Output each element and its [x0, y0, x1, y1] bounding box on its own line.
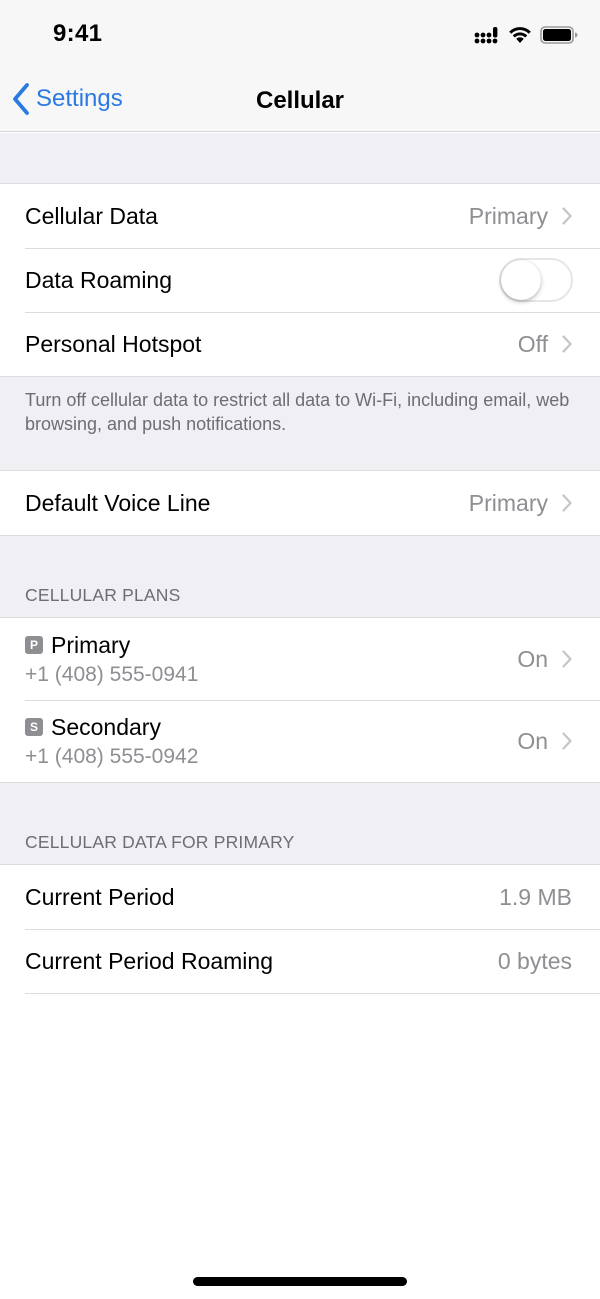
- cellular-plans-group: P Primary +1 (408) 555-0941 On S Seconda…: [0, 617, 600, 783]
- current-period-row: Current Period 1.9 MB: [0, 865, 600, 929]
- navigation-bar: Settings Cellular: [0, 70, 600, 132]
- wifi-icon: [509, 27, 531, 43]
- data-roaming-toggle[interactable]: [499, 258, 573, 302]
- plan-name: P Primary: [25, 632, 517, 659]
- plan-phone-number: +1 (408) 555-0941: [25, 662, 199, 686]
- cellular-data-row[interactable]: Cellular Data Primary: [0, 184, 600, 248]
- plan-phone-number: +1 (408) 555-0942: [25, 744, 199, 768]
- battery-icon: [540, 26, 578, 44]
- section-spacer: [0, 133, 600, 183]
- chevron-right-icon: [562, 494, 572, 512]
- plan-row-secondary[interactable]: S Secondary +1 (408) 555-0942 On: [0, 700, 600, 782]
- row-label: Personal Hotspot: [25, 330, 202, 357]
- row-label: Default Voice Line: [25, 489, 211, 516]
- chevron-right-icon: [562, 732, 572, 750]
- current-period-roaming-row: Current Period Roaming 0 bytes: [0, 929, 600, 994]
- row-value: On: [517, 727, 548, 754]
- home-indicator[interactable]: [193, 1277, 407, 1286]
- row-label: Current Period: [25, 883, 175, 910]
- primary-badge-icon: P: [25, 636, 43, 654]
- row-value: Primary: [468, 202, 548, 229]
- row-value: On: [517, 645, 548, 672]
- cellular-settings-group: Cellular Data Primary Data Roaming Perso…: [0, 183, 600, 377]
- chevron-right-icon: [562, 650, 572, 668]
- cellular-data-footer: Turn off cellular data to restrict all d…: [0, 377, 600, 470]
- section-header-label: CELLULAR PLANS: [25, 585, 181, 605]
- row-label: Data Roaming: [25, 266, 173, 293]
- row-label: Current Period Roaming: [25, 947, 274, 974]
- status-time: 9:41: [53, 20, 103, 47]
- row-value: Off: [517, 330, 548, 357]
- chevron-right-icon: [562, 207, 572, 225]
- row-value: 0 bytes: [497, 947, 572, 974]
- plan-text: P Primary +1 (408) 555-0941: [25, 632, 517, 687]
- row-value: Primary: [468, 489, 548, 516]
- plan-row-primary[interactable]: P Primary +1 (408) 555-0941 On: [0, 618, 600, 700]
- page-title: Cellular: [255, 87, 345, 114]
- default-voice-line-row[interactable]: Default Voice Line Primary: [0, 471, 600, 535]
- row-label: Cellular Data: [25, 202, 158, 229]
- section-header-label: CELLULAR DATA FOR PRIMARY: [25, 832, 295, 852]
- personal-hotspot-row[interactable]: Personal Hotspot Off: [0, 312, 600, 376]
- data-roaming-row: Data Roaming: [0, 248, 600, 312]
- toggle-knob: [501, 260, 541, 300]
- voice-line-group: Default Voice Line Primary: [0, 470, 600, 536]
- settings-content: Cellular Data Primary Data Roaming Perso…: [0, 133, 600, 994]
- row-value: 1.9 MB: [499, 883, 572, 910]
- status-bar: 9:41: [0, 0, 600, 70]
- usage-group: Current Period 1.9 MB Current Period Roa…: [0, 864, 600, 994]
- secondary-badge-icon: S: [25, 718, 43, 736]
- status-icons: [474, 26, 578, 44]
- chevron-right-icon: [562, 335, 572, 353]
- cellular-signal-icon: [474, 26, 498, 43]
- plan-name: S Secondary: [25, 714, 517, 741]
- plan-name-label: Secondary: [51, 713, 161, 740]
- cellular-data-for-primary-header: CELLULAR DATA FOR PRIMARY: [0, 783, 600, 864]
- cellular-plans-header: CELLULAR PLANS: [0, 536, 600, 617]
- plan-name-label: Primary: [51, 631, 131, 658]
- plan-text: S Secondary +1 (408) 555-0942: [25, 714, 517, 769]
